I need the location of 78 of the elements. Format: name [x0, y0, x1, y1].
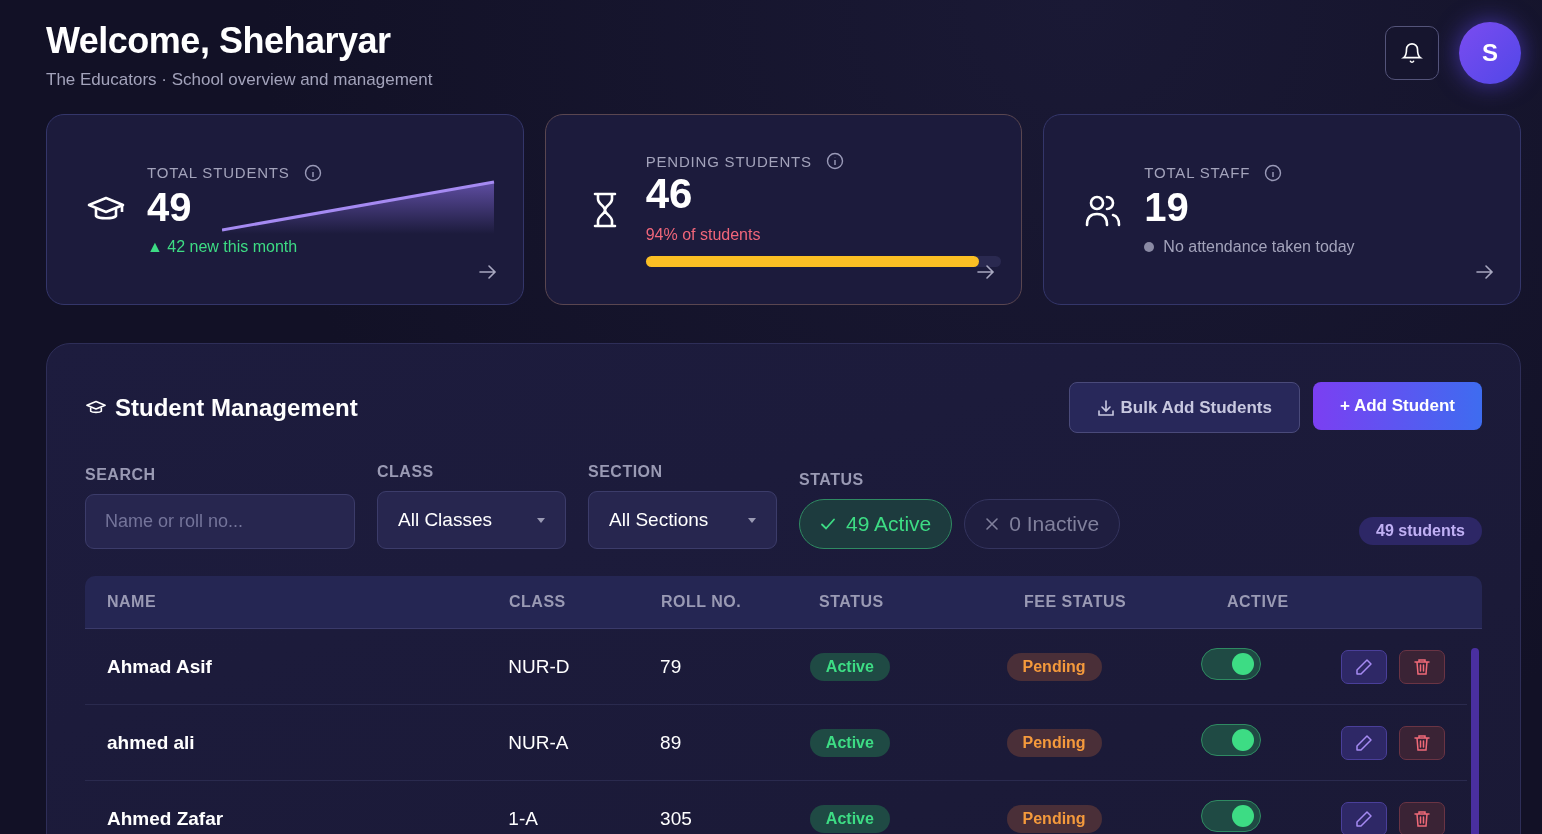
active-toggle[interactable] — [1201, 648, 1262, 680]
close-icon — [985, 517, 1000, 531]
panel-title: Student Management — [115, 393, 358, 422]
stat-note: 94% of students — [645, 226, 762, 244]
filter-label: STATUS — [799, 471, 865, 489]
active-toggle[interactable] — [1201, 800, 1262, 832]
table-cell-text: 1-A — [508, 807, 539, 830]
status-badge: Active — [809, 804, 890, 833]
page-title: Welcome, Sheharyar — [46, 20, 392, 62]
search-field[interactable]: Name or roll no... — [85, 494, 355, 549]
stat-value: 49 — [147, 184, 192, 230]
stat-card[interactable]: PENDING STUDENTS 46 94% of students — [544, 114, 1023, 305]
stat-value: 19 — [1144, 184, 1189, 230]
hourglass-icon — [591, 191, 618, 228]
table-cell-text: NUR-D — [508, 655, 571, 678]
column-header: STATUS — [818, 593, 885, 611]
delete-button[interactable] — [1399, 649, 1445, 684]
arrow-right-icon[interactable] — [1476, 264, 1494, 280]
stat-value: 46 — [645, 170, 693, 218]
table-cell-text: 79 — [660, 655, 683, 678]
filter-label: SEARCH — [85, 466, 157, 484]
download-icon — [1096, 398, 1115, 417]
stat-label: TOTAL STAFF — [1144, 164, 1251, 181]
status-filter-chip[interactable]: 0 Inactive — [964, 499, 1121, 549]
check-icon — [820, 516, 836, 532]
column-header: ROLL NO. — [661, 593, 743, 611]
table-cell-text: 89 — [660, 731, 683, 754]
add-student-button[interactable]: + Add Student — [1312, 382, 1482, 430]
stat-note: No attendance taken today — [1163, 237, 1355, 256]
pencil-icon — [1355, 733, 1373, 752]
column-header: FEE STATUS — [1023, 593, 1128, 611]
stat-label: TOTAL STUDENTS — [147, 164, 290, 181]
stat-label: PENDING STUDENTS — [645, 152, 812, 170]
trash-icon — [1413, 657, 1431, 676]
trash-icon — [1413, 809, 1431, 828]
status-badge: Active — [809, 728, 890, 757]
edit-button[interactable] — [1341, 801, 1387, 834]
fee-status-badge: Pending — [1006, 652, 1102, 681]
arrow-right-icon[interactable] — [977, 264, 996, 280]
trash-icon — [1413, 733, 1431, 752]
pencil-icon — [1355, 657, 1373, 676]
info-icon[interactable] — [825, 152, 844, 170]
status-filter-chip[interactable]: 49 Active — [799, 499, 953, 549]
stat-note: ▲ 42 new this month — [147, 237, 299, 256]
info-icon[interactable] — [303, 163, 322, 182]
filter-label: CLASS — [377, 463, 435, 481]
active-toggle[interactable] — [1201, 724, 1262, 756]
table-cell-text: 305 — [660, 807, 693, 830]
table-cell-text: NUR-A — [508, 731, 570, 754]
class-dropdown[interactable]: All Classes — [377, 491, 566, 549]
arrow-right-icon[interactable] — [478, 264, 497, 280]
delete-button[interactable] — [1399, 725, 1445, 760]
column-header: ACTIVE — [1226, 593, 1290, 611]
edit-button[interactable] — [1341, 725, 1387, 760]
bell-icon — [1401, 42, 1423, 64]
filter-label: SECTION — [588, 463, 664, 481]
status-badge: Active — [809, 652, 890, 681]
student-count-badge: 49 students — [1359, 517, 1482, 545]
graduation-cap-icon — [85, 399, 107, 416]
fee-status-badge: Pending — [1006, 804, 1102, 833]
section-dropdown[interactable]: All Sections — [588, 491, 777, 549]
stat-card[interactable]: TOTAL STAFF 19 No attendance taken today — [1043, 114, 1521, 305]
avatar-button[interactable]: S — [1459, 22, 1521, 84]
delete-button[interactable] — [1399, 801, 1445, 834]
pencil-icon — [1355, 809, 1373, 828]
status-dot — [1144, 241, 1155, 252]
column-header: NAME — [107, 593, 158, 611]
info-icon[interactable] — [1264, 163, 1283, 182]
table-cell-text: Ahmad Asif — [107, 655, 213, 678]
table-cell-text: ahmed ali — [107, 731, 196, 754]
column-header: CLASS — [509, 593, 567, 611]
bulk-add-button[interactable]: Bulk Add Students — [1068, 382, 1300, 433]
page-subtitle: The Educators · School overview and management — [46, 70, 433, 90]
notification-button[interactable] — [1385, 26, 1439, 80]
stat-card[interactable]: TOTAL STUDENTS 49 ▲ 42 new this month — [46, 114, 524, 305]
table-cell-text: Ahmed Zafar — [107, 807, 225, 830]
fee-status-badge: Pending — [1006, 728, 1102, 757]
edit-button[interactable] — [1341, 649, 1387, 684]
